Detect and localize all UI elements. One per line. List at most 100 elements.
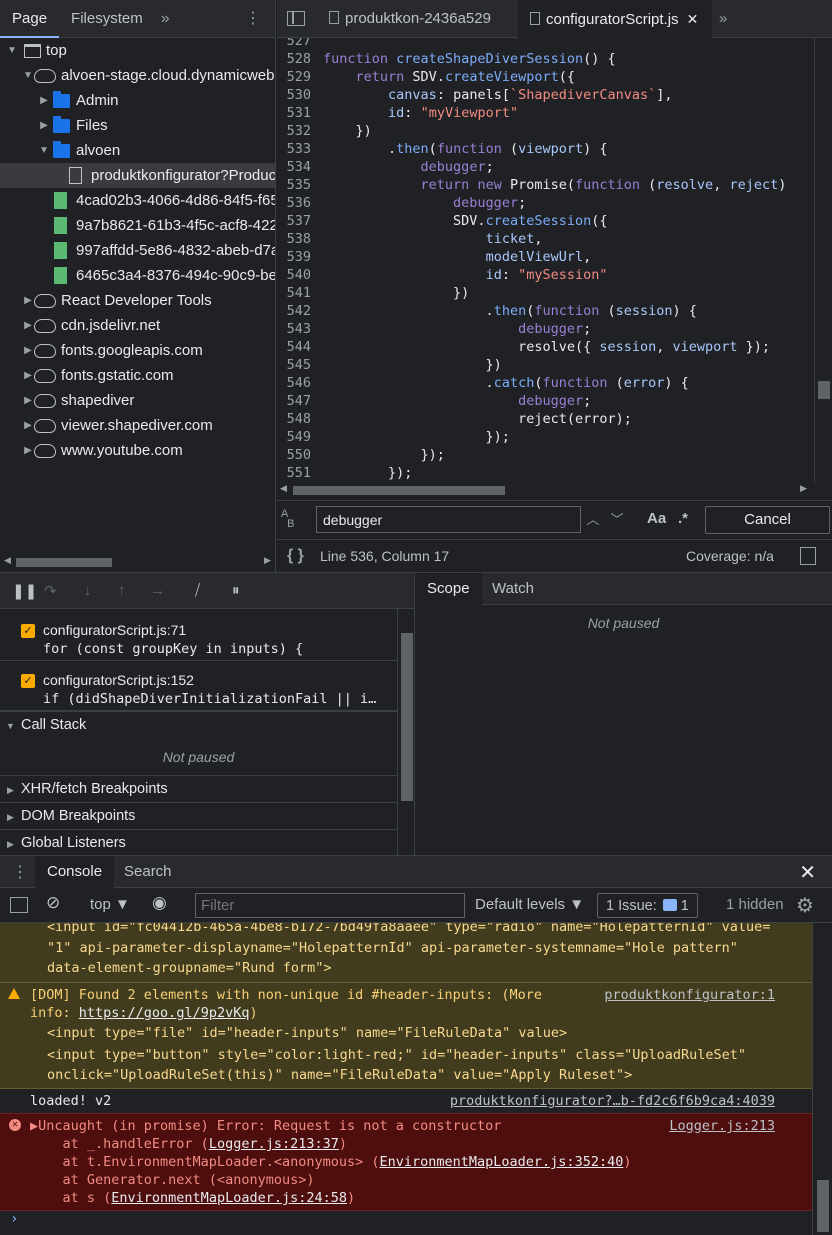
code-line[interactable]: 535 return new Promise(function (resolve… bbox=[277, 176, 832, 194]
code-line[interactable]: 538 ticket, bbox=[277, 230, 832, 248]
scrollbar-thumb[interactable] bbox=[16, 558, 112, 567]
tree-item[interactable]: ▼ alvoen bbox=[0, 138, 275, 163]
code-line[interactable]: 548 reject(error); bbox=[277, 410, 832, 428]
code-line[interactable]: 531 id: "myViewport" bbox=[277, 104, 832, 122]
line-number[interactable]: 540 bbox=[277, 266, 323, 284]
xhr-breakpoints-header[interactable]: ▶ XHR/fetch Breakpoints bbox=[0, 775, 397, 802]
line-number[interactable]: 544 bbox=[277, 338, 323, 356]
scrollbar-thumb[interactable] bbox=[293, 486, 505, 495]
expand-down-icon[interactable]: ▼ bbox=[6, 38, 18, 63]
console-prompt[interactable]: › bbox=[10, 1211, 18, 1227]
tree-item[interactable]: ▼ alvoen-stage.cloud.dynamicweb-cms.com bbox=[0, 63, 275, 88]
console-source-link[interactable]: Logger.js:213 bbox=[669, 1116, 775, 1136]
code-line[interactable]: 539 modelViewUrl, bbox=[277, 248, 832, 266]
tab-page[interactable]: Page bbox=[0, 0, 60, 38]
tab-filesystem[interactable]: Filesystem bbox=[59, 0, 155, 38]
regex-button[interactable]: .* bbox=[678, 510, 688, 527]
context-selector[interactable]: top ▼ bbox=[90, 896, 130, 913]
expand-right-icon[interactable]: ▶ bbox=[22, 388, 34, 413]
line-number[interactable]: 535 bbox=[277, 176, 323, 194]
step-out-icon[interactable]: ↑ bbox=[118, 582, 126, 599]
line-number[interactable]: 527 bbox=[277, 38, 323, 50]
line-number[interactable]: 547 bbox=[277, 392, 323, 410]
code-line[interactable]: 529 return SDV.createViewport({ bbox=[277, 68, 832, 86]
code-line[interactable]: 537 SDV.createSession({ bbox=[277, 212, 832, 230]
step-into-icon[interactable]: ↓ bbox=[84, 582, 92, 599]
tab-console[interactable]: Console bbox=[35, 856, 115, 888]
next-match-icon[interactable]: ﹀ bbox=[606, 507, 628, 532]
pretty-print-icon[interactable]: { } bbox=[287, 547, 304, 565]
expand-right-icon[interactable]: ▶ bbox=[22, 288, 34, 313]
live-expression-eye-icon[interactable]: ◉ bbox=[152, 893, 167, 913]
scroll-right-icon[interactable]: ▶ bbox=[800, 483, 807, 494]
kebab-menu-icon[interactable]: ⋮ bbox=[245, 9, 261, 29]
tree-item[interactable]: produktkonfigurator?ProductId= bbox=[0, 163, 275, 188]
console-error-message[interactable]: ▶Uncaught (in promise) Error: Request is… bbox=[30, 1116, 501, 1136]
scroll-left-icon[interactable]: ◀ bbox=[4, 555, 11, 566]
tree-item[interactable]: 997affdd-5e86-4832-abeb-d7a bbox=[0, 238, 275, 263]
checkbox-checked-icon[interactable]: ✓ bbox=[21, 624, 35, 638]
tree-item[interactable]: ▶ www.youtube.com bbox=[0, 438, 275, 463]
filter-input[interactable] bbox=[195, 893, 465, 918]
scroll-left-icon[interactable]: ◀ bbox=[280, 483, 287, 494]
code-line[interactable]: 549 }); bbox=[277, 428, 832, 446]
code-line[interactable]: 540 id: "mySession" bbox=[277, 266, 832, 284]
tab-configuratorscript[interactable]: configuratorScript.js ✕ bbox=[518, 0, 712, 38]
line-number[interactable]: 534 bbox=[277, 158, 323, 176]
code-line[interactable]: 547 debugger; bbox=[277, 392, 832, 410]
checkbox-checked-icon[interactable]: ✓ bbox=[21, 674, 35, 688]
code-line[interactable]: 534 debugger; bbox=[277, 158, 832, 176]
line-number[interactable]: 528 bbox=[277, 50, 323, 68]
tree-item[interactable]: 6465c3a4-8376-494c-90c9-be bbox=[0, 263, 275, 288]
stack-frame-link[interactable]: Logger.js:213:37 bbox=[209, 1136, 339, 1152]
code-line[interactable]: 527 bbox=[277, 38, 832, 50]
console-vertical-scrollbar[interactable] bbox=[812, 923, 832, 1235]
tree-item[interactable]: ▶ shapediver bbox=[0, 388, 275, 413]
tree-item[interactable]: ▶ React Developer Tools bbox=[0, 288, 275, 313]
scrollbar-thumb[interactable] bbox=[818, 381, 830, 399]
tree-item[interactable]: ▶ fonts.googleapis.com bbox=[0, 338, 275, 363]
line-number[interactable]: 548 bbox=[277, 410, 323, 428]
editor-vertical-scrollbar[interactable] bbox=[814, 38, 832, 483]
line-number[interactable]: 543 bbox=[277, 320, 323, 338]
expand-right-icon[interactable]: ▶ bbox=[38, 113, 50, 138]
expand-right-icon[interactable]: ▶ bbox=[38, 88, 50, 113]
tree-item[interactable]: ▶ Admin bbox=[0, 88, 275, 113]
close-tab-icon[interactable]: ✕ bbox=[687, 11, 699, 27]
code-line[interactable]: 550 }); bbox=[277, 446, 832, 464]
expand-right-icon[interactable]: ▶ bbox=[22, 313, 34, 338]
line-number[interactable]: 537 bbox=[277, 212, 323, 230]
sidebar-vertical-scrollbar[interactable] bbox=[397, 609, 415, 855]
line-number[interactable]: 549 bbox=[277, 428, 323, 446]
more-tabs-button[interactable]: » bbox=[155, 10, 176, 28]
console-source-link[interactable]: produktkonfigurator:1 bbox=[604, 985, 775, 1005]
pause-icon[interactable]: ❚❚ bbox=[12, 582, 37, 600]
deactivate-breakpoints-icon[interactable]: ⧸ bbox=[195, 582, 200, 599]
tree-item[interactable]: ▶ Files bbox=[0, 113, 275, 138]
line-number[interactable]: 530 bbox=[277, 86, 323, 104]
close-drawer-icon[interactable]: ✕ bbox=[799, 860, 816, 885]
clear-console-icon[interactable]: ⊘ bbox=[46, 893, 60, 913]
line-number[interactable]: 532 bbox=[277, 122, 323, 140]
tree-item[interactable]: ▶ cdn.jsdelivr.net bbox=[0, 313, 275, 338]
console-html-line[interactable]: <input type="file" id="header-inputs" na… bbox=[47, 1023, 567, 1043]
dom-breakpoints-header[interactable]: ▶ DOM Breakpoints bbox=[0, 802, 397, 829]
stack-frame-link[interactable]: EnvironmentMapLoader.js:24:58 bbox=[111, 1190, 347, 1206]
tab-watch[interactable]: Watch bbox=[480, 573, 546, 605]
expand-down-icon[interactable]: ▼ bbox=[38, 138, 50, 163]
expand-down-icon[interactable]: ▼ bbox=[22, 63, 34, 88]
tree-item[interactable]: 9a7b8621-61b3-4f5c-acf8-422 bbox=[0, 213, 275, 238]
line-number[interactable]: 533 bbox=[277, 140, 323, 158]
code-line[interactable]: 551 }); bbox=[277, 464, 832, 482]
line-number[interactable]: 538 bbox=[277, 230, 323, 248]
toggle-navigator-icon[interactable] bbox=[287, 11, 305, 26]
sidebar-toggle-icon[interactable] bbox=[10, 897, 28, 913]
step-over-icon[interactable]: ↷ bbox=[44, 582, 57, 600]
code-line[interactable]: 541 }) bbox=[277, 284, 832, 302]
expand-right-icon[interactable]: ▶ bbox=[22, 438, 34, 463]
code-line[interactable]: 532 }) bbox=[277, 122, 832, 140]
code-line[interactable]: 542 .then(function (session) { bbox=[277, 302, 832, 320]
code-line[interactable]: 536 debugger; bbox=[277, 194, 832, 212]
line-number[interactable]: 541 bbox=[277, 284, 323, 302]
line-number[interactable]: 539 bbox=[277, 248, 323, 266]
